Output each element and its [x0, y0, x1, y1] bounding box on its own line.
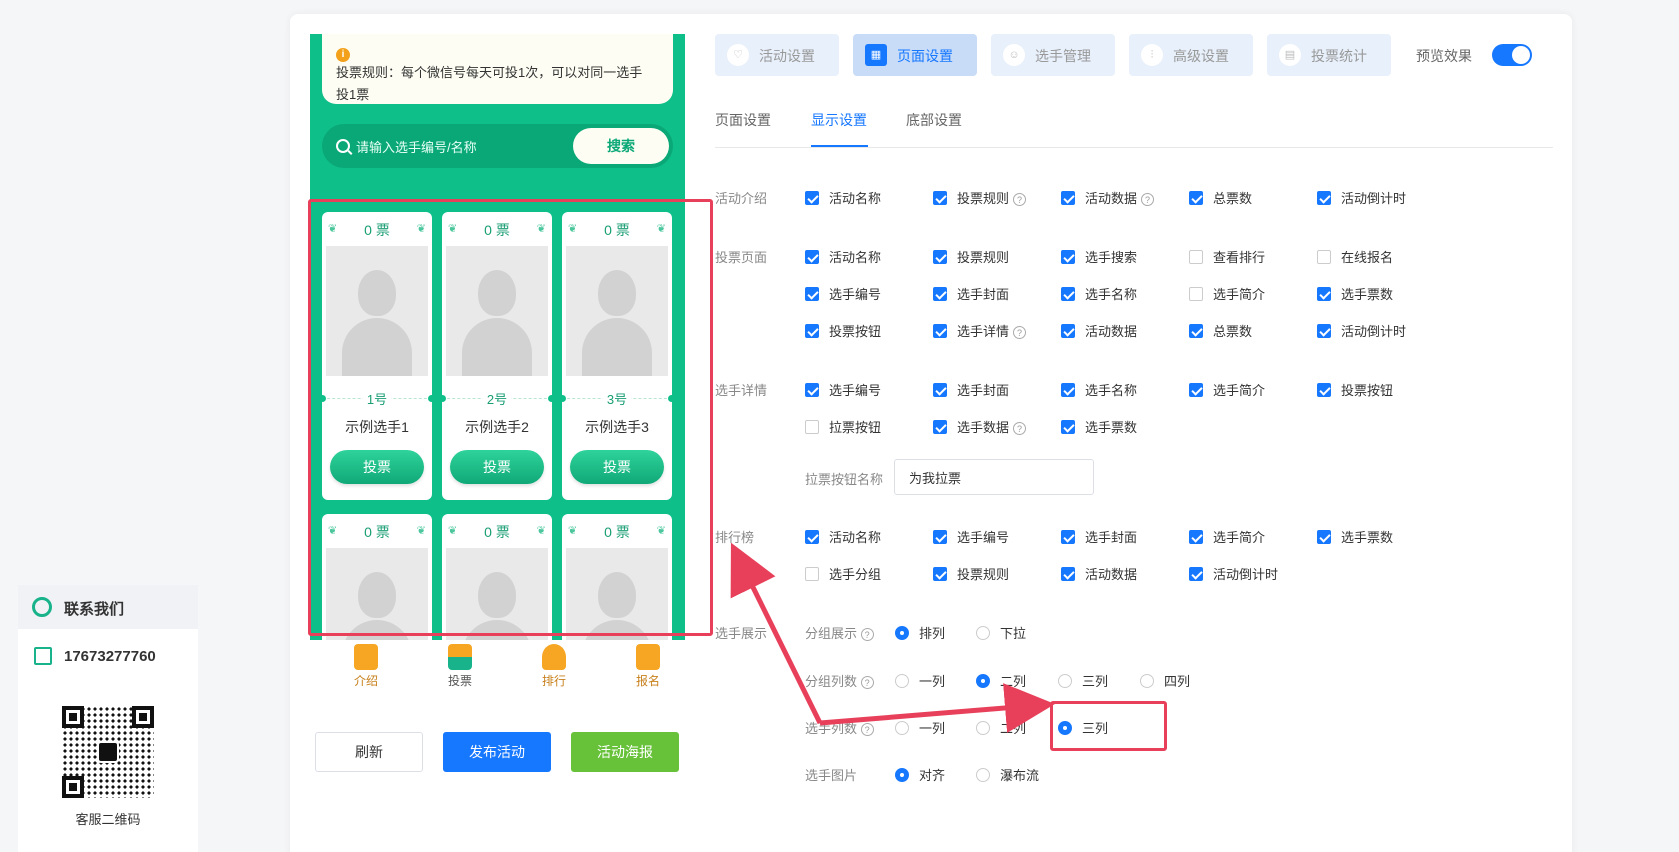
- contact-phone: 17673277760: [64, 648, 156, 665]
- customer-service-icon: [32, 597, 52, 617]
- arrow-to-preview: [730, 542, 823, 725]
- qr-caption: 客服二维码: [75, 812, 141, 827]
- contact-header: 联系我们: [18, 585, 198, 629]
- annotation-arrows: [730, 542, 1055, 733]
- qr-corner: [62, 706, 84, 728]
- wechat-icon: [97, 741, 119, 763]
- phone-icon: [34, 647, 52, 665]
- arrow-to-three-columns: [819, 683, 1055, 733]
- contact-title: 联系我们: [64, 601, 125, 618]
- qr-corner: [132, 706, 154, 728]
- qr-corner: [62, 776, 84, 798]
